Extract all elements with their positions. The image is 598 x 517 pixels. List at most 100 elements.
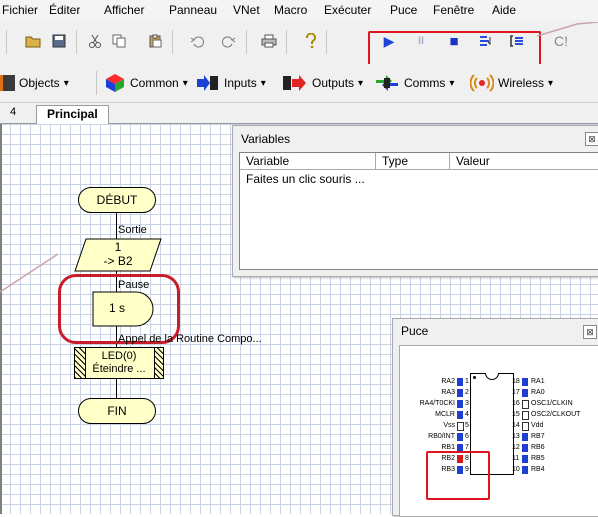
- common-menu[interactable]: Common ▾: [104, 72, 188, 94]
- pin-ra4[interactable]: [457, 400, 463, 408]
- chip-title: Puce: [401, 324, 429, 338]
- menu-fichier[interactable]: Fichier: [2, 3, 38, 17]
- inputs-menu[interactable]: Inputs ▾: [196, 72, 266, 94]
- paste-icon[interactable]: [146, 32, 164, 50]
- cut-icon[interactable]: [86, 32, 104, 50]
- pin-number: 16: [512, 400, 520, 407]
- pin-label: RA4/T0CKI: [419, 400, 455, 407]
- pin-label: RB7: [531, 433, 545, 440]
- objects-icon: [0, 75, 15, 91]
- menu-afficher[interactable]: Afficher: [104, 3, 144, 17]
- undo-icon[interactable]: [188, 32, 206, 50]
- pin-number: 11: [512, 455, 520, 462]
- chevron-down-icon: ▾: [449, 77, 455, 89]
- pin-label: RB0/INT: [428, 433, 455, 440]
- menu-macro[interactable]: Macro: [274, 3, 307, 17]
- variables-title: Variables: [241, 132, 291, 146]
- column-variable[interactable]: Variable: [240, 153, 376, 170]
- menu-vnet[interactable]: VNet: [233, 3, 260, 17]
- objects-label: Objects: [19, 76, 60, 90]
- pin-label: Vss: [443, 422, 455, 429]
- outputs-menu[interactable]: Outputs ▾: [282, 72, 363, 94]
- pin-mclr[interactable]: [457, 411, 463, 419]
- pin-number: 6: [465, 433, 469, 440]
- common-label: Common: [130, 76, 179, 90]
- menu-bar: Fichier Éditer Afficher Panneau VNet Mac…: [0, 0, 598, 20]
- pin-label: RB4: [531, 466, 545, 473]
- copy-icon[interactable]: [110, 32, 128, 50]
- outputs-icon: [283, 75, 306, 91]
- pin-number: 17: [512, 389, 520, 396]
- pin-number: 4: [465, 411, 469, 418]
- help-icon[interactable]: [302, 32, 320, 50]
- chevron-down-icon: ▾: [260, 77, 266, 89]
- callout-line: [537, 22, 598, 37]
- pin-label: RA2: [441, 378, 455, 385]
- menu-fenetre[interactable]: Fenêtre: [433, 3, 474, 17]
- pin-ra2[interactable]: [457, 378, 463, 386]
- comms-label: Comms: [404, 76, 446, 90]
- menu-executer[interactable]: Exécuter: [324, 3, 371, 17]
- pin-number: 15: [512, 411, 520, 418]
- pin-osc2: [522, 411, 529, 420]
- open-folder-icon[interactable]: [24, 32, 42, 50]
- pin-rb0[interactable]: [457, 433, 463, 441]
- flow-start[interactable]: DÉBUT: [78, 187, 156, 213]
- macro-line1: LED(0): [101, 350, 137, 362]
- wireless-icon: [470, 74, 494, 92]
- pin-rb7[interactable]: [522, 433, 528, 441]
- wireless-menu[interactable]: Wireless ▾: [470, 72, 553, 94]
- menu-panneau[interactable]: Panneau: [169, 3, 217, 17]
- flow-macro[interactable]: LED(0) Éteindre ...: [74, 347, 164, 379]
- pin-rb6[interactable]: [522, 444, 528, 452]
- tab-scroll-left-icon[interactable]: 4: [10, 106, 16, 118]
- pin-label: RA1: [531, 378, 545, 385]
- pin-label: RA0: [531, 389, 545, 396]
- pin-ra0[interactable]: [522, 389, 528, 397]
- column-valeur[interactable]: Valeur: [450, 153, 598, 170]
- comms-menu[interactable]: Comms ▾: [374, 72, 454, 94]
- print-icon[interactable]: [260, 32, 278, 50]
- pin-label: Vdd: [531, 422, 544, 429]
- tab-principal[interactable]: Principal: [36, 105, 109, 124]
- outputs-label: Outputs: [312, 76, 355, 90]
- pin-rb4[interactable]: [522, 466, 528, 474]
- output-line1: 1: [114, 240, 122, 254]
- pin-number: 1: [465, 378, 469, 385]
- flow-end[interactable]: FIN: [78, 398, 156, 424]
- chevron-down-icon: ▾: [63, 77, 69, 89]
- redo-icon[interactable]: [220, 32, 238, 50]
- tab-strip: 4 Principal: [0, 103, 598, 124]
- menu-puce[interactable]: Puce: [390, 3, 417, 17]
- pin-label: RB5: [531, 455, 545, 462]
- pin-vss: [457, 422, 464, 431]
- run-controls-highlight: [368, 31, 541, 68]
- close-icon[interactable]: ⊠: [583, 325, 597, 339]
- pin-number: 12: [512, 444, 520, 451]
- variables-hint: Faites un clic souris ...: [246, 172, 365, 186]
- objects-menu[interactable]: Objects ▾: [0, 72, 69, 94]
- menu-editer[interactable]: Éditer: [49, 3, 80, 17]
- comms-icon: [376, 75, 398, 91]
- pin-ra1[interactable]: [522, 378, 528, 386]
- pin-vdd: [522, 422, 529, 431]
- pin-number: 18: [512, 378, 520, 385]
- variables-table[interactable]: Variable Type Valeur Faites un clic sour…: [239, 152, 598, 270]
- pin-label: RB6: [531, 444, 545, 451]
- pin-number: 3: [465, 400, 469, 407]
- chevron-down-icon: ▾: [358, 77, 364, 89]
- pin-rb5[interactable]: [522, 455, 528, 463]
- chevron-down-icon: ▾: [548, 77, 554, 89]
- close-icon[interactable]: ⊠: [585, 132, 598, 146]
- pin-number: 5: [465, 422, 469, 429]
- output-line2: -> B2: [103, 254, 133, 268]
- pin-label: MCLR: [435, 411, 455, 418]
- pin-ra3[interactable]: [457, 389, 463, 397]
- component-toolbar: Objects ▾ Common ▾ Inputs ▾ Outputs ▾ Co…: [0, 64, 598, 103]
- inputs-icon: [197, 75, 218, 91]
- pin-label: OSC1/CLKIN: [531, 400, 573, 407]
- macro-label: Appel de la Routine Compo...: [118, 333, 262, 345]
- column-type[interactable]: Type: [376, 153, 450, 170]
- menu-aide[interactable]: Aide: [492, 3, 516, 17]
- save-icon[interactable]: [50, 32, 68, 50]
